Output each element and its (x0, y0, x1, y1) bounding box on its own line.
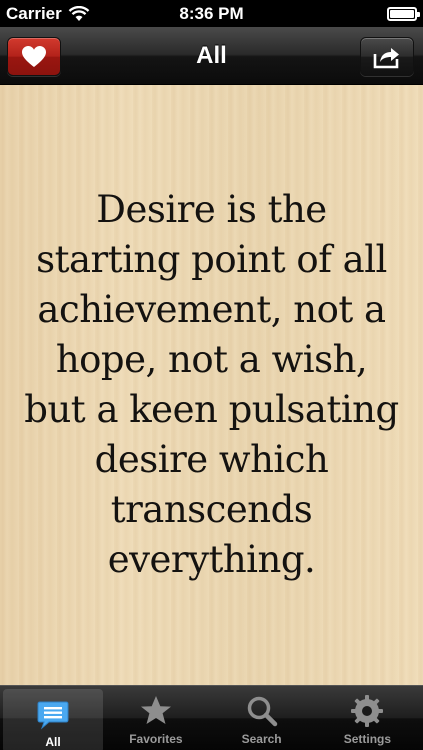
tab-label-all: All (45, 735, 61, 749)
status-bar: Carrier 8:36 PM (0, 0, 423, 27)
page-title: All (196, 41, 227, 69)
tab-label-favorites: Favorites (129, 732, 183, 746)
status-left: Carrier (6, 4, 90, 24)
gear-icon (351, 695, 384, 727)
tab-favorites[interactable]: Favorites (103, 686, 209, 750)
battery-icon (387, 6, 420, 21)
quote-text: Desire is the starting point of all achi… (24, 188, 399, 581)
magnifier-icon (247, 696, 277, 727)
star-icon (140, 696, 171, 724)
share-icon (373, 47, 399, 68)
tab-search[interactable]: Search (209, 686, 315, 750)
tab-label-settings: Settings (343, 732, 392, 746)
tab-all[interactable]: All (3, 689, 103, 750)
tab-label-search: Search (241, 732, 282, 746)
heart-icon (22, 45, 46, 67)
favorite-button[interactable] (7, 37, 61, 76)
wifi-icon (68, 5, 90, 21)
quote-card: Desire is the starting point of all achi… (0, 85, 423, 685)
tab-settings[interactable]: Settings (315, 686, 421, 750)
tab-bar: All Favorites Search Settings (0, 685, 423, 750)
chat-bubble-icon (37, 701, 69, 730)
navigation-bar: All (0, 27, 423, 85)
carrier-label: Carrier (6, 3, 62, 23)
share-button[interactable] (360, 37, 414, 76)
